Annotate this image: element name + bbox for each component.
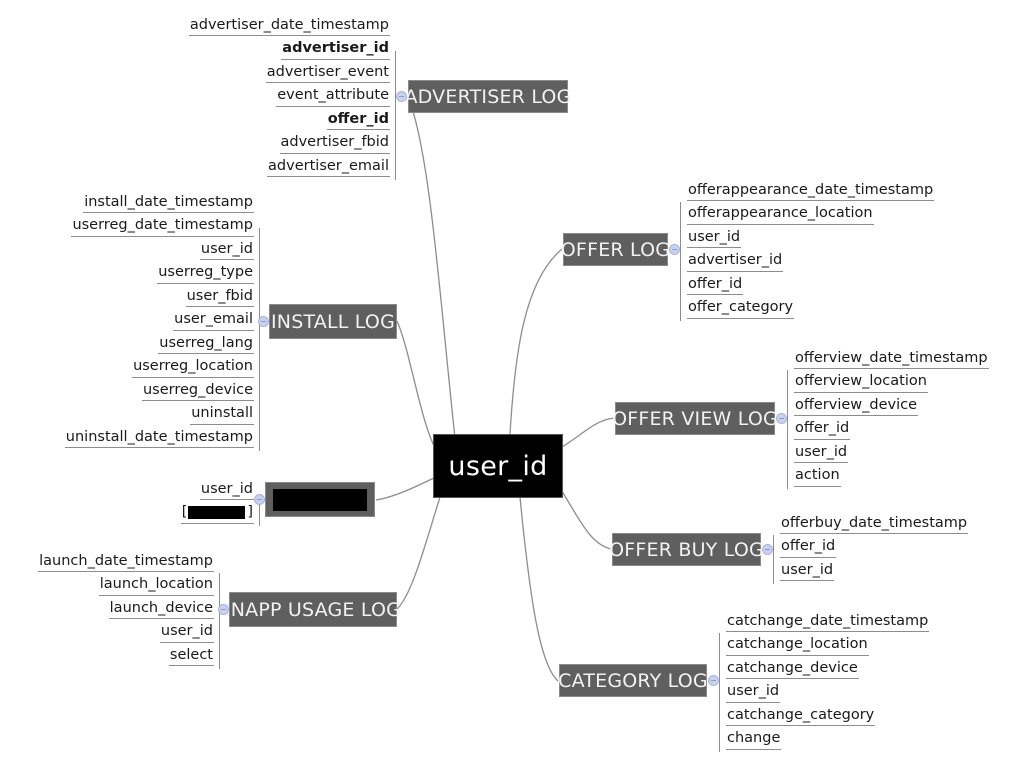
attr-row: offer_category xyxy=(680,298,920,322)
edge-install-log xyxy=(396,320,437,451)
attr-row: user_id xyxy=(78,239,260,263)
mindmap-canvas: user_id advertiser_date_timestamp advert… xyxy=(0,0,1024,776)
node-inapp-usage-log[interactable]: INAPP USAGE LOG xyxy=(225,592,401,627)
attr-row: userreg_lang xyxy=(78,333,260,357)
node-offer-view-log[interactable]: OFFER VIEW LOG xyxy=(612,402,778,435)
edge-offer-log xyxy=(509,248,563,435)
attr-row: userreg_type xyxy=(78,263,260,287)
connector-dot-install-log xyxy=(258,316,269,327)
attr-row: offer_id xyxy=(773,537,963,561)
attr-row: advertiser_event xyxy=(196,62,396,86)
attr-group-install-log: install_date_timestamp userreg_date_time… xyxy=(64,192,260,451)
attr-group-offer-buy-log: offerbuy_date_timestamp offer_id user_id xyxy=(773,513,969,584)
attr-row: user_id xyxy=(48,622,220,646)
attr-row: offerappearance_date_timestamp xyxy=(680,180,935,204)
edge-inapp-usage-log xyxy=(396,496,441,610)
attr-row: advertiser_email xyxy=(196,156,396,180)
node-label: ADVERTISER LOG xyxy=(404,85,572,108)
attr-row: catchange_date_timestamp xyxy=(719,611,930,635)
connector-dot-offer-view-log xyxy=(776,413,787,424)
node-label: INAPP USAGE LOG xyxy=(224,598,402,621)
attr-row: user_id xyxy=(148,479,260,503)
node-redacted-log[interactable] xyxy=(265,482,375,517)
attr-row: user_id xyxy=(787,442,1002,466)
root-node-label: user_id xyxy=(448,450,548,482)
attr-row: offerview_device xyxy=(787,395,1002,419)
connector-dot-offer-log xyxy=(669,244,680,255)
attr-group-category-log: catchange_date_timestamp catchange_locat… xyxy=(719,611,930,753)
attr-row: catchange_location xyxy=(719,635,924,659)
attr-row: install_date_timestamp xyxy=(78,192,260,216)
attr-group-inapp-usage-log: launch_date_timestamp launch_location la… xyxy=(38,551,220,669)
connector-dot-offer-buy-log xyxy=(762,544,773,555)
node-label: OFFER LOG xyxy=(560,238,671,261)
attr-row: advertiser_id xyxy=(680,251,920,275)
attr-row: user_fbid xyxy=(78,286,260,310)
attr-group-advertiser-log: advertiser_date_timestamp advertiser_id … xyxy=(188,15,396,180)
root-node-user-id[interactable]: user_id xyxy=(433,434,563,498)
redaction-bar xyxy=(187,506,245,519)
attr-group-offer-log: offerappearance_date_timestamp offerappe… xyxy=(680,180,935,322)
attr-row: offer_id xyxy=(196,109,396,133)
redacted-attribute-label: [ ] xyxy=(180,505,254,524)
attr-row: user_id xyxy=(719,682,924,706)
attr-group-offer-view-log: offerview_date_timestamp offerview_locat… xyxy=(787,348,1002,489)
attr-row: uninstall_date_timestamp xyxy=(64,427,260,451)
attr-row: userreg_location xyxy=(78,357,260,381)
node-advertiser-log[interactable]: ADVERTISER LOG xyxy=(404,80,571,113)
edge-offer-buy-log xyxy=(559,487,612,550)
attr-row: launch_device xyxy=(48,598,220,622)
node-label: INSTALL LOG xyxy=(270,310,395,333)
attr-row: catchange_category xyxy=(719,705,924,729)
node-offer-log[interactable]: OFFER LOG xyxy=(560,233,671,266)
attr-row: advertiser_fbid xyxy=(196,133,396,157)
attr-row: action xyxy=(787,466,1002,490)
attr-row: user_email xyxy=(78,310,260,334)
edge-offer-view-log xyxy=(561,417,615,448)
attr-row: offerview_date_timestamp xyxy=(787,348,1002,372)
attr-row-redacted: [ ] xyxy=(148,503,260,527)
attr-row: select xyxy=(48,645,220,669)
attr-row: userreg_date_timestamp xyxy=(71,216,260,240)
edge-advertiser-log xyxy=(407,96,456,439)
connector-dot-category-log xyxy=(708,675,719,686)
connector-dot-redacted-log xyxy=(254,494,265,505)
node-label: CATEGORY LOG xyxy=(558,669,708,692)
attr-row: offer_id xyxy=(787,419,1002,443)
edge-redacted-log xyxy=(375,477,435,501)
attr-row: uninstall xyxy=(78,404,260,428)
redaction-bar xyxy=(273,488,367,511)
attr-group-redacted-log: user_id [ ] xyxy=(148,479,260,526)
attr-row: advertiser_date_timestamp xyxy=(188,15,396,39)
edge-category-log xyxy=(519,496,559,682)
attr-row: offerview_location xyxy=(787,372,1002,396)
node-install-log[interactable]: INSTALL LOG xyxy=(269,304,397,339)
attr-row: offerappearance_location xyxy=(680,204,920,228)
node-offer-buy-log[interactable]: OFFER BUY LOG xyxy=(609,533,764,566)
attr-row: change xyxy=(719,729,924,753)
connector-dot-inapp-usage-log xyxy=(218,604,229,615)
attr-row: offerbuy_date_timestamp xyxy=(773,513,969,537)
node-category-log[interactable]: CATEGORY LOG xyxy=(558,664,708,697)
attr-row: user_id xyxy=(773,560,963,584)
attr-row: catchange_device xyxy=(719,658,924,682)
attr-row: event_attribute xyxy=(196,86,396,110)
node-label: OFFER VIEW LOG xyxy=(612,407,778,430)
attr-row: user_id xyxy=(680,227,920,251)
connector-dot-advertiser-log xyxy=(396,91,407,102)
attr-row: launch_location xyxy=(48,575,220,599)
attr-row: userreg_device xyxy=(78,380,260,404)
attr-row: offer_id xyxy=(680,274,920,298)
node-label: OFFER BUY LOG xyxy=(609,538,764,561)
attr-row: launch_date_timestamp xyxy=(38,551,220,575)
attr-row: advertiser_id xyxy=(196,39,396,63)
